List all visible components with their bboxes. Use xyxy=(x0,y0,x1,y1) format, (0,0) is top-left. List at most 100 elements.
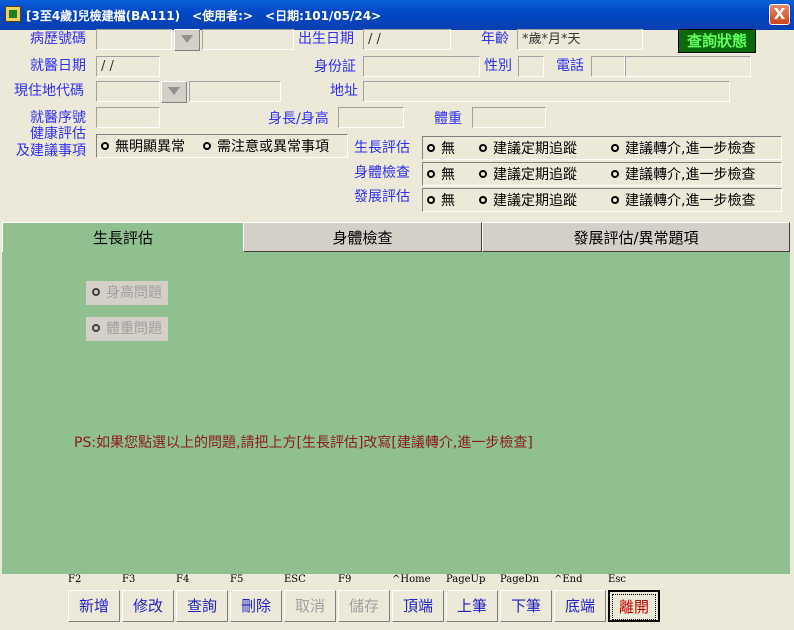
tab-development[interactable]: 發展評估/異常題項 xyxy=(482,222,790,252)
tab-panel: 生長評估 身體檢查 發展評估/異常題項 xyxy=(2,222,790,574)
top-button[interactable]: 頂端 xyxy=(392,590,444,622)
prev-button[interactable]: 上筆 xyxy=(446,590,498,622)
visit-seq-field[interactable] xyxy=(96,107,160,128)
exam-option-referral[interactable]: 建議轉介,進一步檢查 xyxy=(611,166,755,184)
radio-icon xyxy=(479,144,487,152)
cancel-button[interactable]: 取消 xyxy=(284,590,336,622)
growth-option-followup-label: 建議定期追蹤 xyxy=(493,141,577,157)
physical-exam-label: 身體檢查 xyxy=(354,165,410,181)
dev-option-none[interactable]: 無 xyxy=(427,192,455,210)
app-icon xyxy=(5,6,21,22)
weight-field[interactable] xyxy=(472,107,546,128)
birth-date-label: 出生日期 xyxy=(298,31,354,47)
sex-field[interactable] xyxy=(518,56,544,77)
next-button[interactable]: 下筆 xyxy=(500,590,552,622)
exam-option-none-label: 無 xyxy=(441,167,455,183)
key-hint-edit: F3 xyxy=(122,574,136,585)
close-button[interactable]: X xyxy=(769,4,790,25)
dev-option-followup-label: 建議定期追蹤 xyxy=(493,193,577,209)
health-option-abnormal[interactable]: 需注意或異常事項 xyxy=(203,138,329,156)
growth-note: PS:如果您點選以上的問題,請把上方[生長評估]改寫[建議轉介,進一步檢查] xyxy=(74,435,533,451)
growth-option-followup[interactable]: 建議定期追蹤 xyxy=(479,140,577,158)
health-option-normal[interactable]: 無明顯異常 xyxy=(101,138,185,156)
chart-no-name-field[interactable] xyxy=(202,29,294,50)
growth-option-referral-label: 建議轉介,進一步檢查 xyxy=(625,141,756,157)
radio-icon xyxy=(427,170,435,178)
query-button[interactable]: 查詢 xyxy=(176,590,228,622)
physical-exam-radio-group: 無 建議定期追蹤 建議轉介,進一步檢查 xyxy=(422,162,782,186)
radio-icon xyxy=(427,196,435,204)
development-eval-radio-group: 無 建議定期追蹤 建議轉介,進一步檢查 xyxy=(422,188,782,212)
growth-option-referral[interactable]: 建議轉介,進一步檢查 xyxy=(611,140,755,158)
weight-label: 體重 xyxy=(434,111,462,127)
area-code-dropdown-arrow-icon[interactable] xyxy=(161,81,187,103)
weight-problem-option[interactable]: 體重問題 xyxy=(86,317,168,341)
sex-label: 性別 xyxy=(484,58,512,74)
phone-area-field[interactable] xyxy=(591,56,625,77)
visit-date-field[interactable]: / / xyxy=(96,56,160,77)
radio-icon xyxy=(479,196,487,204)
exit-button[interactable]: 離開 xyxy=(608,590,660,622)
key-hint-exit: Esc xyxy=(608,574,627,585)
dev-option-referral[interactable]: 建議轉介,進一步檢查 xyxy=(611,192,755,210)
birth-date-field[interactable]: / / xyxy=(363,29,451,50)
chart-no-label: 病歷號碼 xyxy=(30,31,86,47)
radio-icon xyxy=(203,142,211,150)
height-problem-option[interactable]: 身高問題 xyxy=(86,281,168,305)
exit-button-label: 離開 xyxy=(612,594,656,620)
height-label: 身長/身高 xyxy=(268,111,329,127)
tab-growth[interactable]: 生長評估 xyxy=(2,222,243,252)
radio-icon xyxy=(611,170,619,178)
health-option-normal-label: 無明顯異常 xyxy=(115,139,185,155)
height-field[interactable] xyxy=(338,107,404,128)
health-option-abnormal-label: 需注意或異常事項 xyxy=(217,139,329,155)
chart-no-dropdown-arrow-icon[interactable] xyxy=(174,29,200,51)
radio-icon xyxy=(479,170,487,178)
visit-date-label: 就醫日期 xyxy=(30,58,86,74)
development-eval-label: 發展評估 xyxy=(354,189,410,205)
id-field[interactable] xyxy=(363,56,480,77)
key-hint-query: F4 xyxy=(176,574,190,585)
new-button[interactable]: 新增 xyxy=(68,590,120,622)
address-label: 地址 xyxy=(330,83,358,99)
growth-option-none-label: 無 xyxy=(441,141,455,157)
key-hint-prev: PageUp xyxy=(446,574,486,585)
radio-icon xyxy=(92,288,100,296)
delete-button[interactable]: 刪除 xyxy=(230,590,282,622)
save-button[interactable]: 儲存 xyxy=(338,590,390,622)
health-eval-label: 健康評估 xyxy=(30,126,86,142)
radio-icon xyxy=(611,144,619,152)
edit-button[interactable]: 修改 xyxy=(122,590,174,622)
key-hint-delete: F5 xyxy=(230,574,244,585)
key-hint-next: PageDn xyxy=(500,574,540,585)
exam-option-referral-label: 建議轉介,進一步檢查 xyxy=(625,167,756,183)
exam-option-followup[interactable]: 建議定期追蹤 xyxy=(479,166,577,184)
phone-label: 電話 xyxy=(556,58,584,74)
id-label: 身份証 xyxy=(314,59,356,75)
age-label: 年齡 xyxy=(481,31,509,47)
key-hint-bottom: ^End xyxy=(554,574,583,585)
key-hint-cancel: ESC xyxy=(284,574,306,585)
area-code-field[interactable] xyxy=(96,81,160,102)
address-field[interactable] xyxy=(363,81,730,102)
dev-option-followup[interactable]: 建議定期追蹤 xyxy=(479,192,577,210)
exam-option-none[interactable]: 無 xyxy=(427,166,455,184)
bottom-toolbar: F2 F3 F4 F5 ESC F9 ^Home PageUp PageDn ^… xyxy=(0,574,794,630)
dev-option-referral-label: 建議轉介,進一步檢查 xyxy=(625,193,756,209)
status-badge: 查詢狀態 xyxy=(678,29,756,53)
area-code-label: 現住地代碼 xyxy=(14,83,84,99)
tab-physical-exam[interactable]: 身體檢查 xyxy=(243,222,482,252)
age-field: *歲*月*天 xyxy=(517,29,643,50)
dev-option-none-label: 無 xyxy=(441,193,455,209)
health-eval-radio-group: 無明顯異常 需注意或異常事項 xyxy=(96,134,348,158)
area-name-field[interactable] xyxy=(189,81,281,102)
visit-seq-label: 就醫序號 xyxy=(30,110,86,126)
chart-no-field[interactable] xyxy=(96,29,172,50)
growth-option-none[interactable]: 無 xyxy=(427,140,455,158)
growth-eval-radio-group: 無 建議定期追蹤 建議轉介,進一步檢查 xyxy=(422,136,782,160)
growth-eval-label: 生長評估 xyxy=(354,140,410,156)
bottom-button[interactable]: 底端 xyxy=(554,590,606,622)
exam-option-followup-label: 建議定期追蹤 xyxy=(493,167,577,183)
phone-field[interactable] xyxy=(625,56,751,77)
radio-icon xyxy=(611,196,619,204)
